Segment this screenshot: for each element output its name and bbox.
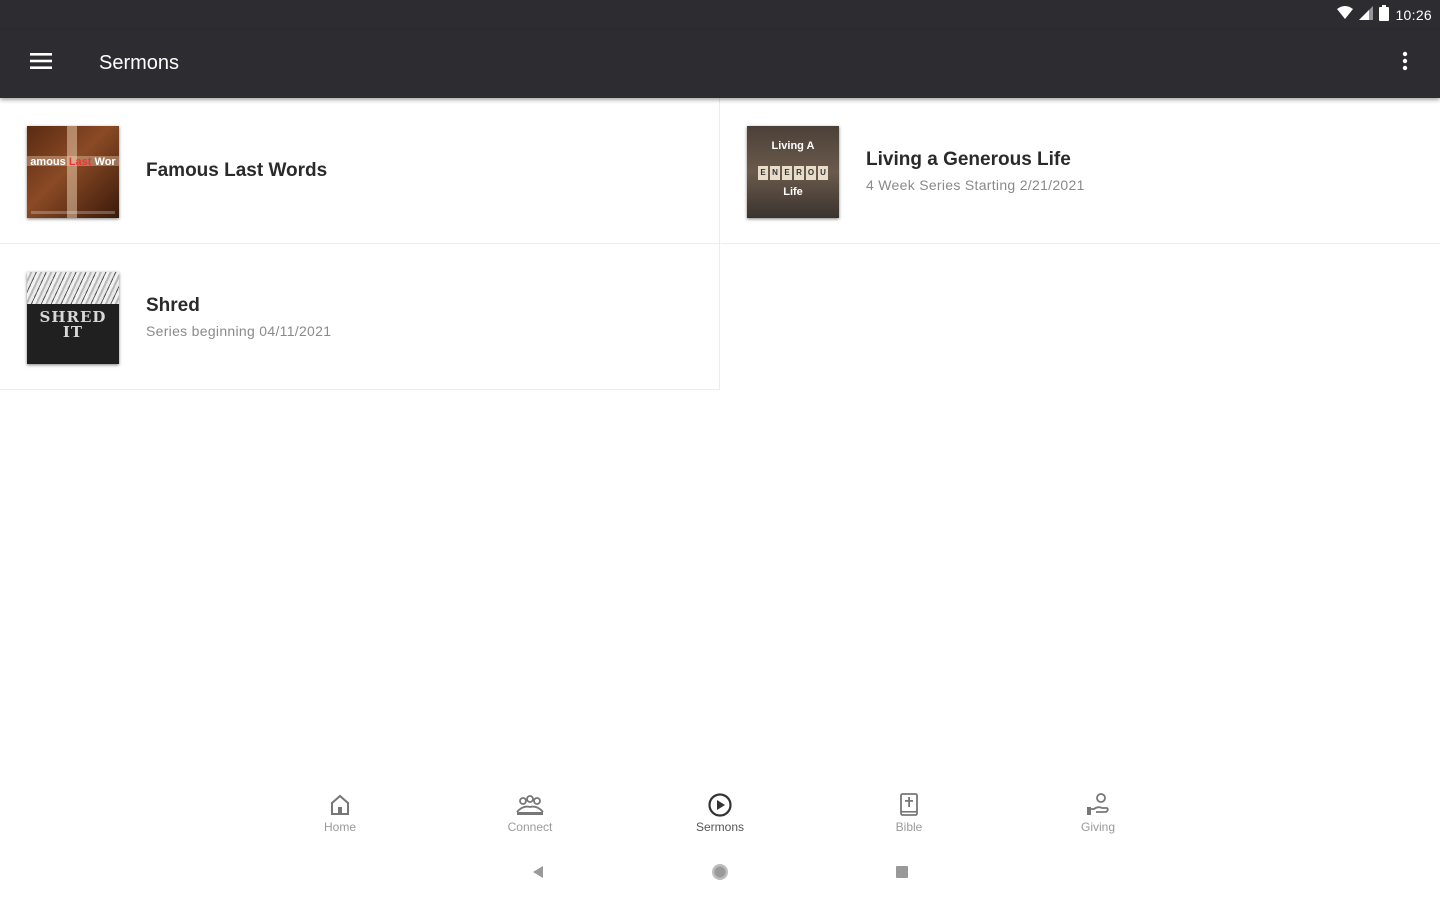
- battery-icon: [1379, 4, 1390, 26]
- play-circle-icon: [665, 792, 775, 818]
- letter-tiles: E N E R O U: [747, 166, 839, 180]
- giving-hand-icon: [1043, 792, 1153, 818]
- nav-sermons[interactable]: Sermons: [665, 792, 775, 842]
- thumbnail-text: amous Last Wor: [30, 156, 116, 168]
- page-title: Sermons: [99, 52, 180, 74]
- home-circle-icon: [711, 863, 729, 886]
- series-thumbnail: Living A E N E R O U Life: [747, 126, 839, 218]
- series-subtitle: 4 Week Series Starting 2/21/2021: [866, 176, 1085, 193]
- nav-connect[interactable]: Connect: [475, 792, 585, 842]
- nav-giving[interactable]: Giving: [1043, 792, 1153, 842]
- bible-icon: [854, 792, 964, 818]
- status-bar: 10:26: [0, 0, 1440, 30]
- menu-button[interactable]: [20, 42, 62, 84]
- back-button[interactable]: [524, 860, 552, 888]
- series-title: Living a Generous Life: [866, 148, 1071, 170]
- home-icon: [285, 792, 395, 818]
- more-vert-icon: [1402, 51, 1408, 76]
- people-icon: [475, 792, 585, 818]
- back-icon: [531, 865, 545, 884]
- nav-bible[interactable]: Bible: [854, 792, 964, 842]
- series-thumbnail: amous Last Wor: [27, 126, 119, 218]
- recents-icon: [895, 865, 909, 884]
- series-thumbnail: SHRED IT: [27, 272, 119, 364]
- nav-home[interactable]: Home: [285, 792, 395, 842]
- app-bar: Sermons: [0, 30, 1440, 98]
- overflow-menu-button[interactable]: [1384, 42, 1426, 84]
- series-card-shred[interactable]: SHRED IT Shred Series beginning 04/11/202…: [0, 244, 720, 390]
- hamburger-menu-icon: [30, 52, 52, 75]
- series-card-living-a-generous-life[interactable]: Living A E N E R O U Life Living a Gener…: [721, 98, 1440, 244]
- thumbnail-text: SHRED IT: [39, 308, 107, 341]
- recents-button[interactable]: [888, 860, 916, 888]
- bottom-navigation: Home Connect Sermons Bible Giving: [0, 780, 1440, 846]
- series-subtitle: Series beginning 04/11/2021: [146, 322, 332, 339]
- status-time: 10:26: [1395, 7, 1432, 23]
- cell-signal-icon: [1359, 5, 1374, 25]
- home-system-button[interactable]: [706, 860, 734, 888]
- series-title: Shred: [146, 294, 200, 316]
- series-card-famous-last-words[interactable]: amous Last Wor Famous Last Words: [0, 98, 720, 244]
- system-navigation-bar: [0, 846, 1440, 900]
- status-icons: 10:26: [1337, 0, 1432, 30]
- series-title: Famous Last Words: [146, 159, 328, 181]
- wifi-icon: [1337, 5, 1354, 25]
